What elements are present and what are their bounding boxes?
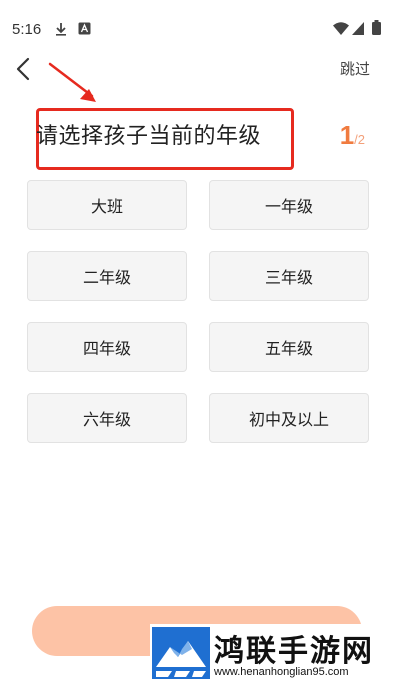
wifi-icon bbox=[333, 22, 349, 35]
signal-icon bbox=[352, 22, 364, 35]
grade-option-grade-1[interactable]: 一年级 bbox=[209, 180, 369, 230]
grade-option-grade-5[interactable]: 五年级 bbox=[209, 322, 369, 372]
step-current: 1 bbox=[339, 120, 355, 150]
page-title: 请选择孩子当前的年级 bbox=[36, 124, 262, 149]
battery-icon bbox=[372, 20, 381, 35]
step-total: /2 bbox=[354, 132, 365, 147]
grade-option-grade-4[interactable]: 四年级 bbox=[27, 322, 187, 372]
annotation-arrow bbox=[48, 62, 96, 102]
grade-option-middle-school-plus[interactable]: 初中及以上 bbox=[209, 393, 369, 443]
grade-options: 大班 一年级 二年级 三年级 四年级 五年级 六年级 初中及以上 bbox=[27, 180, 369, 443]
status-bar: 5:16 bbox=[0, 0, 400, 56]
chevron-left-icon[interactable] bbox=[12, 55, 36, 83]
grade-option-grade-2[interactable]: 二年级 bbox=[27, 251, 187, 301]
watermark-url: www.henanhonglian95.com bbox=[214, 666, 349, 678]
step-indicator: 1/2 bbox=[340, 120, 365, 151]
status-time: 5:16 bbox=[12, 21, 42, 38]
grade-option-kindergarten[interactable]: 大班 bbox=[27, 180, 187, 230]
grade-option-grade-3[interactable]: 三年级 bbox=[209, 251, 369, 301]
a-box-icon bbox=[78, 22, 91, 35]
grade-option-grade-6[interactable]: 六年级 bbox=[27, 393, 187, 443]
watermark: 鸿联手游网 www.henanhonglian95.com bbox=[150, 624, 400, 684]
watermark-brand: 鸿联手游网 bbox=[214, 634, 374, 669]
watermark-logo-icon bbox=[152, 627, 210, 679]
download-icon bbox=[56, 23, 66, 36]
skip-button[interactable]: 跳过 bbox=[340, 58, 370, 79]
